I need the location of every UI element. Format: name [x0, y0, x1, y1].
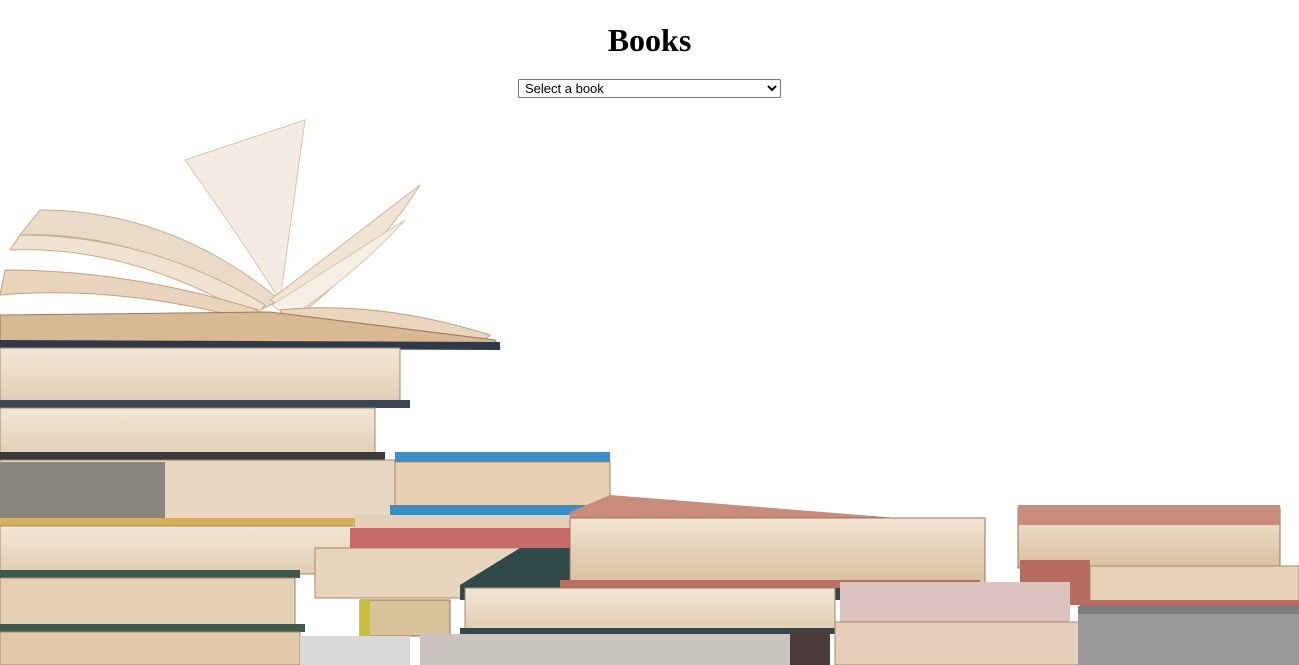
book-select-container: Select a book [0, 79, 1299, 98]
page-header: Books Select a book [0, 0, 1299, 98]
book-select[interactable]: Select a book [518, 79, 781, 98]
page-title: Books [607, 22, 692, 58]
books-background-image [0, 119, 1299, 665]
open-book [0, 119, 501, 350]
left-book-stack [0, 347, 410, 665]
